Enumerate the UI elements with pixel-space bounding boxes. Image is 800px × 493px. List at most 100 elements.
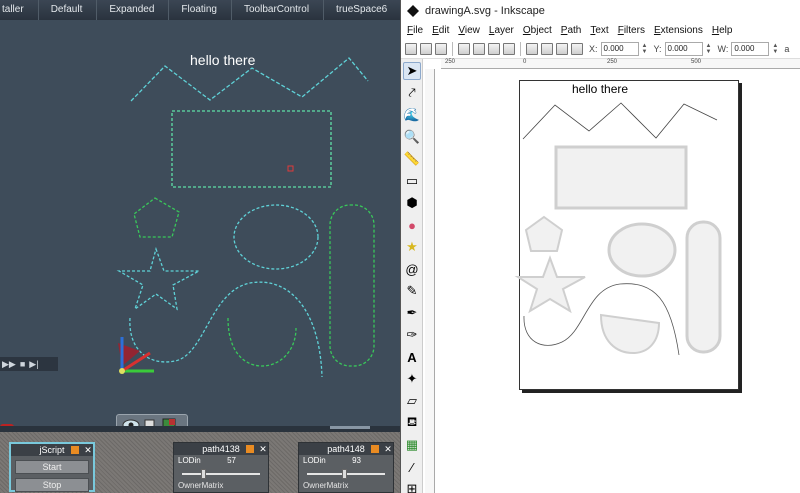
menu-filters[interactable]: Filters bbox=[618, 25, 651, 36]
menu-help[interactable]: Help bbox=[712, 25, 739, 36]
path4148-panel-header[interactable]: path4148 ✕ bbox=[299, 443, 393, 455]
title-bar[interactable]: drawingA.svg - Inkscape bbox=[401, 0, 800, 22]
pentagon-shape[interactable] bbox=[524, 215, 564, 252]
zigzag-path[interactable] bbox=[522, 102, 718, 140]
menu-path[interactable]: Path bbox=[561, 25, 588, 36]
panel-pin-icon[interactable] bbox=[371, 445, 379, 453]
menu-extensions[interactable]: Extensions bbox=[654, 25, 709, 36]
y-spinner-icon[interactable]: ▲ ▼ bbox=[706, 43, 712, 55]
play-icon[interactable]: ▶▶ bbox=[2, 359, 16, 370]
select-tool-icon[interactable]: ➤ bbox=[403, 62, 421, 80]
arc-shape[interactable] bbox=[227, 317, 297, 367]
axis-gizmo[interactable] bbox=[118, 337, 154, 374]
star-shape[interactable] bbox=[514, 255, 586, 314]
rectangle-shape[interactable] bbox=[554, 145, 688, 210]
tab-truespace6[interactable]: trueSpace6 bbox=[324, 0, 400, 20]
rotate-cw-icon[interactable] bbox=[473, 42, 485, 55]
lod-slider-knob[interactable] bbox=[341, 469, 347, 479]
tab-expanded[interactable]: Expanded bbox=[97, 0, 170, 20]
scrollbar-thumb[interactable] bbox=[330, 426, 370, 429]
menu-file[interactable]: File bbox=[407, 25, 429, 36]
canvas-text[interactable]: hello there bbox=[572, 82, 628, 96]
measure-tool-icon[interactable]: 📏 bbox=[403, 150, 421, 168]
panel-pin-icon[interactable] bbox=[71, 446, 79, 454]
ellipse-shape[interactable] bbox=[607, 222, 677, 278]
pentagon-shape[interactable] bbox=[133, 197, 180, 238]
dropper-tool-icon[interactable]: ⁄ bbox=[403, 458, 421, 476]
close-icon[interactable]: ✕ bbox=[83, 444, 93, 456]
panel-pin-icon[interactable] bbox=[246, 445, 254, 453]
ruler-mark: 250 bbox=[445, 59, 456, 65]
tab-installer[interactable]: taller bbox=[0, 0, 39, 20]
inkscape-logo-icon bbox=[407, 5, 419, 17]
ellipse-tool-icon[interactable]: ● bbox=[403, 216, 421, 234]
record-icon[interactable]: ■ bbox=[20, 359, 25, 369]
tweak-tool-icon[interactable]: 🌊 bbox=[403, 106, 421, 124]
star-tool-icon[interactable]: ★ bbox=[403, 238, 421, 256]
lod-slider[interactable] bbox=[178, 469, 264, 479]
rectangle-shape[interactable] bbox=[171, 110, 332, 188]
freehand-curve[interactable] bbox=[129, 281, 323, 378]
owner-matrix-label: OwnerMatrix bbox=[178, 481, 224, 490]
stop-button[interactable]: Stop bbox=[15, 478, 89, 492]
eraser-tool-icon[interactable]: ▱ bbox=[403, 392, 421, 410]
close-icon[interactable]: ✕ bbox=[383, 443, 393, 455]
skip-end-icon[interactable]: ▶| bbox=[29, 359, 38, 370]
zoom-tool-icon[interactable]: 🔍 bbox=[403, 128, 421, 146]
text-tool-icon[interactable]: A bbox=[403, 348, 421, 366]
3d-box-tool-icon[interactable]: ⬢ bbox=[403, 194, 421, 212]
lod-slider-knob[interactable] bbox=[201, 469, 207, 479]
jscript-panel-header[interactable]: jScript ✕ bbox=[11, 444, 93, 456]
menu-bar: File Edit View Layer Object Path Text Fi… bbox=[401, 22, 800, 39]
rotate-ccw-icon[interactable] bbox=[458, 42, 470, 55]
playback-controls[interactable]: ▶▶ ■ ▶| bbox=[0, 357, 58, 371]
path4148-panel-title: path4148 bbox=[327, 444, 365, 454]
x-spinner-icon[interactable]: ▲ ▼ bbox=[642, 43, 648, 55]
menu-layer[interactable]: Layer bbox=[489, 25, 520, 36]
deselect-icon[interactable] bbox=[435, 42, 447, 55]
select-all-icon[interactable] bbox=[405, 42, 417, 55]
flip-vertical-icon[interactable] bbox=[503, 42, 515, 55]
path4138-panel-header[interactable]: path4138 ✕ bbox=[174, 443, 268, 455]
star-shape[interactable] bbox=[116, 246, 200, 311]
tab-toolbarcontrol[interactable]: ToolbarControl bbox=[232, 0, 325, 20]
spray-tool-icon[interactable]: ✦ bbox=[403, 370, 421, 388]
start-button[interactable]: Start bbox=[15, 460, 89, 474]
select-all-layers-icon[interactable] bbox=[420, 42, 432, 55]
raise-to-top-icon[interactable] bbox=[526, 42, 538, 55]
menu-text[interactable]: Text bbox=[590, 25, 614, 36]
lod-slider[interactable] bbox=[303, 469, 389, 479]
spiral-tool-icon[interactable]: @ bbox=[403, 260, 421, 278]
menu-object[interactable]: Object bbox=[523, 25, 558, 36]
viewport-text[interactable]: hello there bbox=[190, 52, 255, 68]
drawing-canvas[interactable]: hello there bbox=[437, 70, 800, 493]
rounded-rect-shape[interactable] bbox=[685, 220, 722, 354]
w-spinner-icon[interactable]: ▲ ▼ bbox=[772, 43, 778, 55]
pen-tool-icon[interactable]: ✒ bbox=[403, 304, 421, 322]
menu-view[interactable]: View bbox=[458, 25, 486, 36]
lock-icon[interactable]: a bbox=[784, 44, 789, 54]
lower-to-bottom-icon[interactable] bbox=[571, 42, 583, 55]
arc-shape[interactable] bbox=[599, 313, 661, 355]
flip-horizontal-icon[interactable] bbox=[488, 42, 500, 55]
gradient-tool-icon[interactable]: ▦ bbox=[403, 436, 421, 454]
w-input[interactable]: 0.000 bbox=[731, 41, 770, 56]
calligraphy-tool-icon[interactable]: ✑ bbox=[403, 326, 421, 344]
tab-floating[interactable]: Floating bbox=[169, 0, 232, 20]
node-panels-area: jScript ✕ Start Stop path4138 ✕ LODin 57… bbox=[0, 432, 400, 493]
ellipse-shape[interactable] bbox=[233, 204, 319, 270]
pencil-tool-icon[interactable]: ✎ bbox=[403, 282, 421, 300]
x-input[interactable]: 0.000 bbox=[600, 41, 639, 56]
close-icon[interactable]: ✕ bbox=[258, 443, 268, 455]
lower-icon[interactable] bbox=[556, 42, 568, 55]
node-tool-icon[interactable]: ⤤ bbox=[403, 84, 421, 102]
menu-edit[interactable]: Edit bbox=[432, 25, 455, 36]
bucket-tool-icon[interactable]: ⛾ bbox=[403, 414, 421, 432]
tab-default[interactable]: Default bbox=[38, 0, 98, 20]
connector-tool-icon[interactable]: ⊞ bbox=[403, 480, 421, 493]
y-input[interactable]: 0.000 bbox=[664, 41, 703, 56]
rectangle-tool-icon[interactable]: ▭ bbox=[403, 172, 421, 190]
raise-icon[interactable] bbox=[541, 42, 553, 55]
rounded-rect-shape[interactable] bbox=[329, 204, 375, 367]
3d-viewport[interactable]: hello there ▶▶ ■ ▶| bbox=[0, 21, 400, 438]
